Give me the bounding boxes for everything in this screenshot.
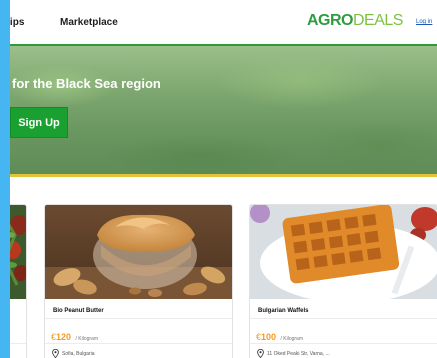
product-image-peanut-butter (45, 205, 232, 299)
location-text: Sofia, Bulgaria (62, 350, 95, 357)
hero-bottom-accent (0, 174, 437, 177)
location-pin-icon (52, 349, 59, 358)
logo-agro-text: AGRO (307, 12, 354, 29)
sign-up-button[interactable]: Sign Up (10, 107, 68, 138)
page: Tips Marketplace AGRODEALS Log in for th… (0, 0, 437, 358)
login-link[interactable]: Log in (416, 19, 432, 25)
product-card[interactable]: Bio Peanut Butter €120 / Kilogram Sofia,… (44, 204, 233, 358)
top-navigation: Tips Marketplace AGRODEALS Log in (0, 0, 437, 46)
hero-title: for the Black Sea region (12, 76, 161, 91)
product-title[interactable]: Bulgarian Waffels (258, 308, 308, 314)
card-separator (250, 343, 437, 344)
agrodeals-logo[interactable]: AGRODEALS (307, 12, 403, 30)
card-separator (250, 318, 437, 319)
price-value: 100 (261, 332, 277, 342)
location-text: 11 Oked Peaki Str, Varna, ... (267, 350, 330, 357)
price-value: 120 (56, 332, 72, 342)
product-title[interactable]: Bio Peanut Butter (53, 308, 104, 314)
card-separator (45, 343, 232, 344)
left-edge-bar (0, 0, 10, 358)
location-pin-icon (257, 349, 264, 358)
product-location: Sofia, Bulgaria (52, 349, 95, 358)
nav-item-marketplace[interactable]: Marketplace (60, 17, 118, 28)
price-unit: / Kilogram (75, 336, 99, 342)
price-unit: / Kilogram (280, 336, 304, 342)
product-image-waffels (250, 205, 437, 299)
hero-banner: for the Black Sea region Sign Up (0, 46, 437, 176)
card-separator (45, 318, 232, 319)
product-card[interactable]: Bulgarian Waffels €100 / Kilogram 11 Oke… (249, 204, 437, 358)
logo-deals-text: DEALS (353, 12, 403, 29)
product-location: 11 Oked Peaki Str, Varna, ... (257, 349, 330, 358)
